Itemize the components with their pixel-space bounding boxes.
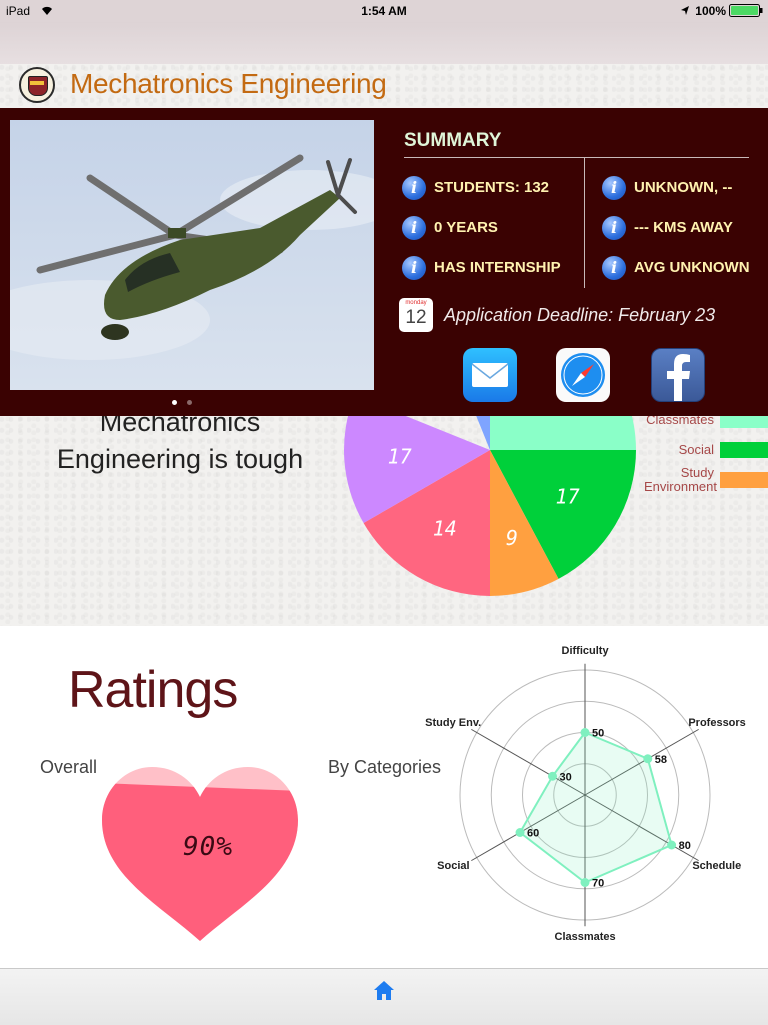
info-internship-label: HAS INTERNSHIP <box>434 259 561 276</box>
legend-label-study-environment: Study Environment <box>644 465 717 494</box>
info-icon: i <box>402 256 426 280</box>
info-icon: i <box>402 216 426 240</box>
tagline-line-2: Engineering is tough <box>56 444 304 474</box>
safari-icon <box>561 353 605 397</box>
info-years-label: 0 YEARS <box>434 219 498 236</box>
radar-point <box>643 754 653 764</box>
pie-slice-value-label: 17 <box>388 444 412 468</box>
radar-point-value: 58 <box>655 754 667 766</box>
ratings-title: Ratings <box>68 661 238 719</box>
status-time: 1:54 AM <box>361 4 407 18</box>
home-icon[interactable] <box>372 979 396 1003</box>
info-location-label: UNKNOWN, -- <box>634 179 733 196</box>
program-photo[interactable] <box>10 120 374 390</box>
info-icon: i <box>602 176 626 200</box>
program-title: Mechatronics Engineering <box>70 68 387 99</box>
safari-share-button[interactable] <box>556 348 610 402</box>
summary-column-divider <box>584 158 585 288</box>
radar-point-value: 60 <box>527 828 539 840</box>
radar-point-value: 80 <box>679 840 691 852</box>
page-dot-active[interactable] <box>172 400 177 405</box>
radar-point <box>548 771 558 781</box>
by-categories-label: By Categories <box>328 757 442 777</box>
mail-icon <box>471 363 509 387</box>
page-dot[interactable] <box>187 400 192 405</box>
radar-point <box>580 878 590 887</box>
radar-axis-label: Professors <box>688 716 746 729</box>
info-students-label: STUDENTS: 132 <box>434 179 550 196</box>
facebook-icon <box>667 354 690 401</box>
radar-axis-label: Classmates <box>554 931 616 943</box>
radar-point <box>667 840 677 850</box>
university-crest-icon <box>19 67 55 103</box>
legend-swatch-social <box>720 442 768 458</box>
battery-percent: 100% <box>695 4 726 18</box>
radar-point <box>580 728 590 737</box>
info-icon: i <box>602 256 626 280</box>
pie-slice-value-label: 9 <box>506 526 518 550</box>
info-icon: i <box>402 176 426 200</box>
info-icon: i <box>602 216 626 240</box>
facebook-share-button[interactable] <box>651 348 705 402</box>
mail-share-button[interactable] <box>463 348 517 402</box>
radar-axis-label: Study Env. <box>425 716 482 729</box>
status-bar: iPad 1:54 AM 100% <box>0 0 768 22</box>
summary-divider <box>404 157 749 158</box>
tab-bar <box>0 968 768 1025</box>
calendar-icon[interactable]: monday 12 <box>399 298 433 332</box>
application-deadline: Application Deadline: February 23 <box>444 305 716 325</box>
legend-label-social: Social <box>678 442 714 457</box>
pie-slice-value-label: 17 <box>556 485 580 509</box>
battery-icon <box>729 4 763 17</box>
radar-point-value: 30 <box>560 771 572 783</box>
info-distance-label: --- KMS AWAY <box>634 219 733 236</box>
radar-axis-label: Difficulty <box>561 645 609 657</box>
radar-point-value: 50 <box>592 728 604 740</box>
radar-chart: 50 58 80 70 60 30 <box>459 663 711 927</box>
info-average-label: AVG UNKNOWN <box>634 259 750 276</box>
radar-point-value: 70 <box>592 878 604 890</box>
wifi-icon <box>42 6 52 15</box>
calendar-month: monday <box>405 300 427 306</box>
location-icon <box>681 6 689 15</box>
calendar-day: 12 <box>405 307 427 328</box>
heart-fill <box>102 783 298 941</box>
navigation-bar <box>0 22 768 65</box>
radar-axis-label: Schedule <box>692 859 742 872</box>
overall-rating-value: 90% <box>183 832 233 862</box>
radar-point <box>515 828 525 837</box>
summary-title: SUMMARY <box>404 130 502 151</box>
pie-slice-value-label: 14 <box>433 516 457 540</box>
legend-swatch-study-environment <box>720 472 768 488</box>
radar-axis-label: Social <box>437 859 470 872</box>
overall-label: Overall <box>40 757 98 777</box>
